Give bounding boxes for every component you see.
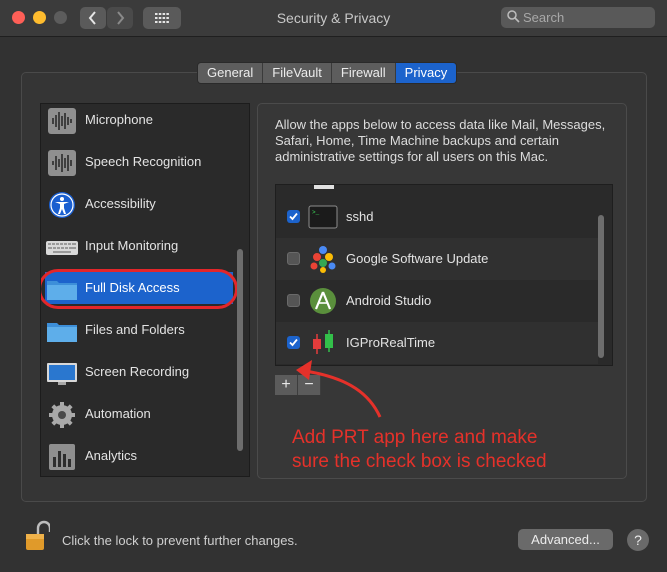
annotation-arrow	[296, 360, 382, 418]
tab-filevault[interactable]: FileVault	[263, 63, 332, 83]
instruction-annotation: Add PRT app here and make sure the check…	[292, 426, 612, 474]
help-button[interactable]: ?	[627, 529, 649, 551]
advanced-button[interactable]: Advanced...	[518, 529, 613, 550]
tab-bar: General FileVault Firewall Privacy	[197, 62, 458, 84]
unlocked-padlock-icon[interactable]	[24, 520, 50, 552]
tab-privacy[interactable]: Privacy	[395, 63, 457, 83]
tab-firewall[interactable]: Firewall	[331, 63, 396, 83]
annotation-line-1: Add PRT app here and make	[292, 427, 538, 448]
annotation-line-2: sure the check box is checked	[292, 451, 547, 472]
lock-status-text: Click the lock to prevent further change…	[62, 533, 298, 548]
tab-general[interactable]: General	[198, 63, 264, 83]
